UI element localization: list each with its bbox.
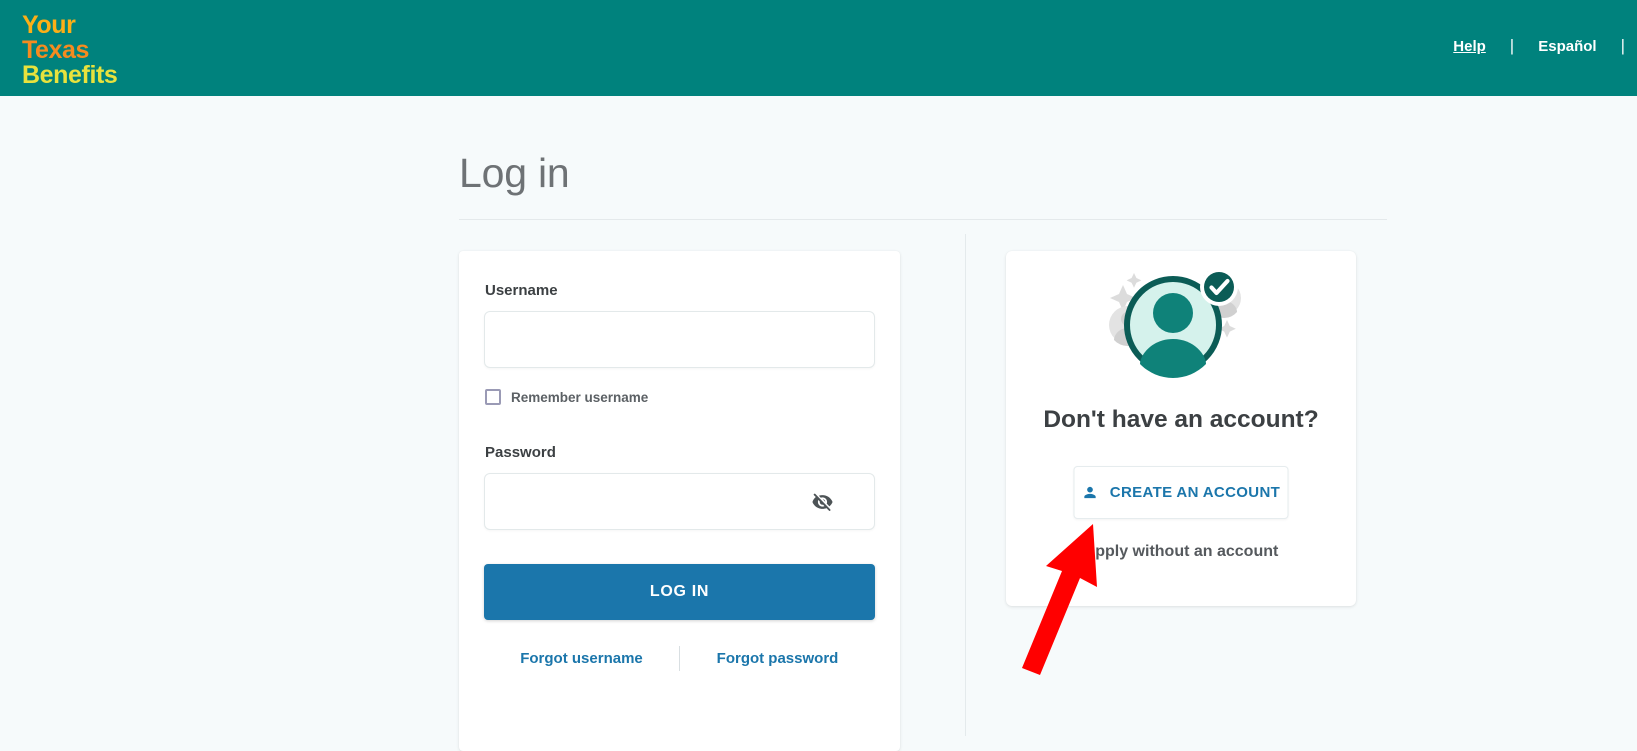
logo-line-texas: Texas xyxy=(22,35,90,64)
espanol-link[interactable]: Español xyxy=(1514,38,1620,55)
logo-line-benefits: Benefits xyxy=(22,60,118,89)
site-header: Your Texas Benefits Help | Español | xyxy=(0,0,1637,96)
help-link[interactable]: Help xyxy=(1429,38,1510,55)
username-label: Username xyxy=(485,282,558,299)
username-input[interactable] xyxy=(484,311,875,368)
toggle-password-visibility-button[interactable] xyxy=(807,489,837,515)
create-account-heading: Don't have an account? xyxy=(1043,406,1319,433)
column-divider xyxy=(965,234,966,736)
remember-username-row[interactable]: Remember username xyxy=(485,389,648,405)
eye-slash-icon xyxy=(811,493,833,511)
verified-account-avatar-illustration xyxy=(1109,268,1241,378)
title-divider xyxy=(459,219,1387,220)
page-body: Log in Username Remember username Passwo… xyxy=(0,96,1637,751)
remember-username-label: Remember username xyxy=(511,389,649,405)
person-icon xyxy=(1084,486,1096,499)
your-texas-benefits-logo[interactable]: Your Texas Benefits xyxy=(22,11,118,89)
log-in-button[interactable]: LOG IN xyxy=(484,564,875,620)
login-card: Username Remember username Password LOG … xyxy=(459,251,900,751)
apply-without-an-account-link[interactable]: Apply without an account xyxy=(1006,543,1356,561)
logo-line-your: Your xyxy=(22,11,76,39)
remember-username-checkbox[interactable] xyxy=(485,389,501,405)
create-an-account-button[interactable]: CREATE AN ACCOUNT xyxy=(1073,466,1289,519)
nav-separator-2: | xyxy=(1620,36,1625,55)
create-account-card: Don't have an account? CREATE AN ACCOUNT… xyxy=(1006,251,1356,606)
forgot-username-link[interactable]: Forgot username xyxy=(484,650,679,667)
forgot-password-link[interactable]: Forgot password xyxy=(680,650,875,667)
page-title: Log in xyxy=(459,150,570,196)
header-nav: Help | Español | xyxy=(1429,36,1625,56)
password-label: Password xyxy=(485,444,556,461)
forgot-links-row: Forgot username Forgot password xyxy=(484,646,875,671)
nav-separator-1: | xyxy=(1509,36,1515,55)
create-an-account-label: CREATE AN ACCOUNT xyxy=(1109,484,1281,501)
